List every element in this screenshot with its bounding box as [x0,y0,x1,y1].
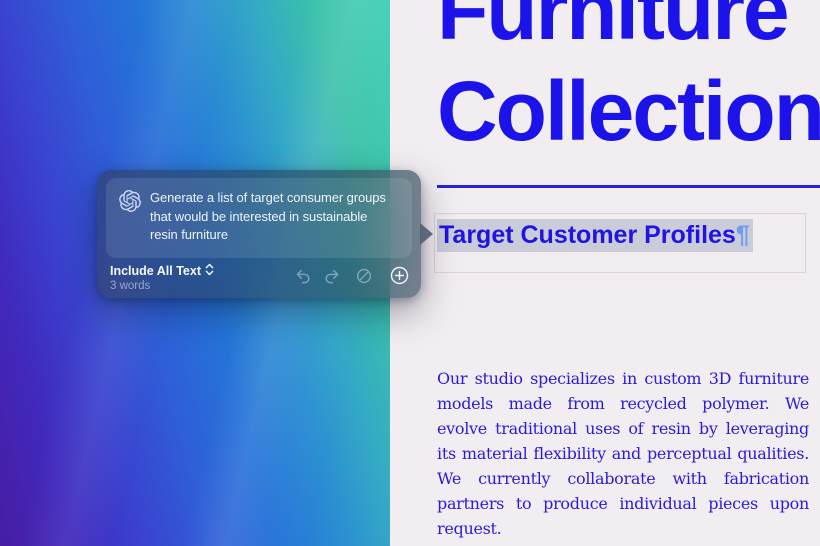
retry-button[interactable] [354,267,374,287]
body-paragraph[interactable]: Our studio specializes in custom 3D furn… [437,366,809,541]
undo-button[interactable] [293,267,313,287]
up-down-chevrons-icon [205,263,214,279]
popup-toolbar: Include All Text 3 words [97,258,421,298]
word-count: 3 words [110,280,214,292]
ai-assistant-popup: Generate a list of target consumer group… [97,170,421,298]
undo-icon [294,267,312,288]
prompt-text: Generate a list of target consumer group… [150,189,386,245]
screenshot-root: Furniture Collection Target Customer Pro… [0,0,820,546]
document-page: Furniture Collection Target Customer Pro… [390,0,820,546]
redo-icon [323,267,341,288]
section-heading-text[interactable]: Target Customer Profiles [439,221,736,249]
context-selector[interactable]: Include All Text 3 words [110,263,214,292]
popup-arrow [420,223,433,245]
plus-circle-icon [389,265,410,289]
document-title-line-1[interactable]: Furniture [437,0,820,61]
section-heading[interactable]: Target Customer Profiles¶ [437,219,753,252]
redo-button[interactable] [322,267,342,287]
pilcrow-mark: ¶ [736,221,750,249]
context-selector-label: Include All Text [110,264,201,278]
document-title-line-2[interactable]: Collection [437,61,820,162]
add-button[interactable] [389,267,409,287]
divider-rule [437,185,820,188]
slashed-circle-icon [355,267,373,288]
prompt-bubble: Generate a list of target consumer group… [106,178,412,258]
document-title[interactable]: Furniture Collection [437,0,820,162]
openai-logo-icon [119,190,141,217]
